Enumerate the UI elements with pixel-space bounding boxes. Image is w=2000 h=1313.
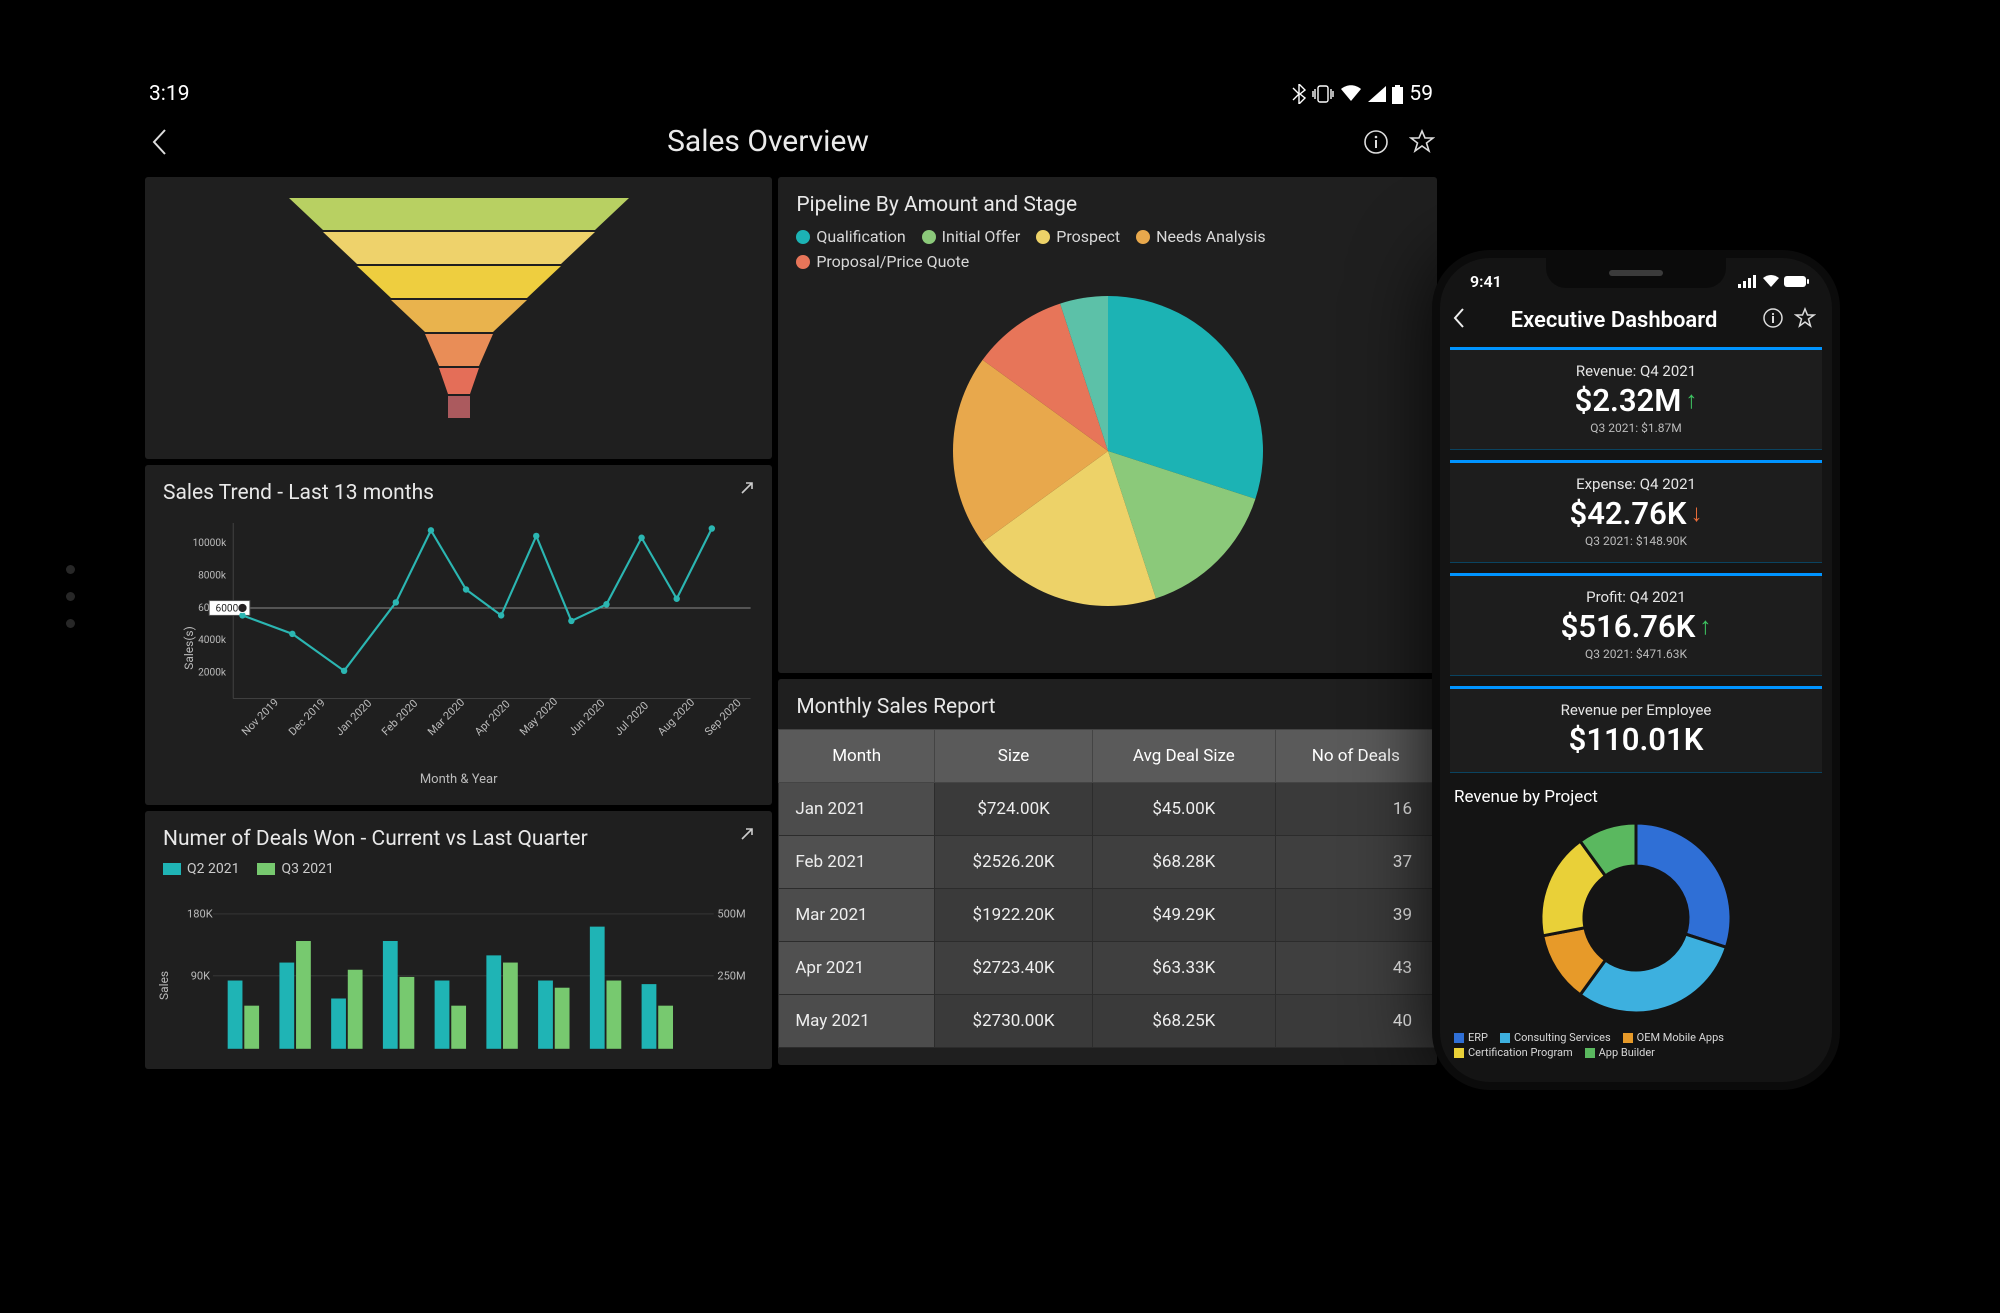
table-header: Avg Deal Size xyxy=(1093,730,1275,783)
kpi-card[interactable]: Profit: Q4 2021 $516.76K↑ Q3 2021: $471.63… xyxy=(1450,573,1822,676)
statusbar-time: 3:19 xyxy=(149,82,190,106)
kpi-list: Revenue: Q4 2021 $2.32M↑ Q3 2021: $1.87M Ex… xyxy=(1440,347,1832,773)
appbar: Sales Overview xyxy=(145,110,1437,177)
sales-trend-title: Sales Trend - Last 13 months xyxy=(163,481,754,505)
revenue-by-project-card[interactable]: Revenue by Project ERPConsulting Service… xyxy=(1440,773,1832,1067)
kpi-value: $516.76K↑ xyxy=(1561,608,1712,645)
favorite-button[interactable] xyxy=(1407,127,1437,157)
bluetooth-icon xyxy=(1292,84,1306,104)
kpi-card[interactable]: Expense: Q4 2021 $42.76K↓ Q3 2021: $148.90… xyxy=(1450,460,1822,563)
table-header: Month xyxy=(779,730,935,783)
svg-text:2000k: 2000k xyxy=(198,667,227,678)
back-button[interactable] xyxy=(145,127,175,157)
favorite-button[interactable] xyxy=(1794,307,1816,333)
kpi-card[interactable]: Revenue: Q4 2021 $2.32M↑ Q3 2021: $1.87M xyxy=(1450,347,1822,450)
svg-text:250M: 250M xyxy=(717,970,745,983)
info-button[interactable] xyxy=(1762,307,1784,333)
kpi-label: Revenue per Employee xyxy=(1462,701,1810,719)
trend-x-label: Month & Year xyxy=(163,772,754,787)
expand-icon[interactable] xyxy=(738,479,756,497)
statusbar-indicators: 59 xyxy=(1292,82,1433,106)
sales-trend-card[interactable]: Sales Trend - Last 13 months Sales(s) 20… xyxy=(145,465,772,805)
svg-text:500M: 500M xyxy=(717,908,745,921)
statusbar-battery-level: 59 xyxy=(1409,82,1433,106)
info-button[interactable] xyxy=(1361,127,1391,157)
table-row[interactable]: May 2021$2730.00K$68.25K40 xyxy=(779,995,1437,1048)
deals-y-label: Sales xyxy=(157,971,171,1000)
kpi-sublabel: Q3 2021: $1.87M xyxy=(1462,421,1810,435)
back-button[interactable] xyxy=(1452,307,1466,333)
phone-device: 9:41 Executive Dashboard Revenue: Q4 202… xyxy=(1432,250,1840,1090)
page-title: Sales Overview xyxy=(175,124,1361,159)
table-row[interactable]: Mar 2021$1922.20K$49.29K39 xyxy=(779,889,1437,942)
revenue-by-project-title: Revenue by Project xyxy=(1454,787,1818,807)
table-row[interactable]: Jan 2021$724.00K$45.00K16 xyxy=(779,783,1437,836)
pipeline-legend: QualificationInitial OfferProspectNeeds … xyxy=(796,227,1419,271)
phone-title: Executive Dashboard xyxy=(1466,308,1762,333)
monthly-sales-card[interactable]: Monthly Sales Report MonthSizeAvg Deal S… xyxy=(778,679,1437,1065)
deals-card[interactable]: Numer of Deals Won - Current vs Last Qua… xyxy=(145,811,772,1069)
kpi-sublabel: Q3 2021: $148.90K xyxy=(1462,534,1810,548)
kpi-sublabel: Q3 2021: $471.63K xyxy=(1462,647,1810,661)
funnel-chart xyxy=(259,198,659,438)
kpi-value: $2.32M↑ xyxy=(1575,382,1698,419)
table-row[interactable]: Feb 2021$2526.20K$68.28K37 xyxy=(779,836,1437,889)
vibrate-icon xyxy=(1312,85,1334,103)
battery-icon xyxy=(1392,85,1403,104)
wifi-icon xyxy=(1762,275,1780,288)
deals-title: Numer of Deals Won - Current vs Last Qua… xyxy=(163,827,754,851)
wifi-icon xyxy=(1340,85,1362,103)
deals-chart: 180K 90K 500M 250M xyxy=(163,887,754,1072)
revenue-donut xyxy=(1531,813,1741,1023)
svg-text:4000k: 4000k xyxy=(198,635,227,646)
pipeline-pie xyxy=(938,281,1278,621)
svg-text:8000k: 8000k xyxy=(198,570,227,581)
table-header: No of Deals xyxy=(1275,730,1436,783)
phone-time: 9:41 xyxy=(1470,272,1502,291)
battery-icon xyxy=(1784,275,1810,288)
svg-text:90K: 90K xyxy=(191,970,210,983)
revenue-project-legend: ERPConsulting ServicesOEM Mobile AppsCer… xyxy=(1454,1031,1818,1059)
deals-legend: Q2 2021 Q3 2021 xyxy=(163,861,754,877)
funnel-chart-card[interactable] xyxy=(145,177,772,459)
signal-icon xyxy=(1368,86,1386,102)
carousel-dots xyxy=(66,565,75,628)
kpi-value: $110.01K xyxy=(1569,721,1704,758)
kpi-label: Revenue: Q4 2021 xyxy=(1462,362,1810,380)
svg-text:10000k: 10000k xyxy=(193,538,228,549)
table-header: Size xyxy=(935,730,1093,783)
kpi-value: $42.76K↓ xyxy=(1569,495,1702,532)
tablet-statusbar: 3:19 59 xyxy=(145,82,1437,110)
kpi-card[interactable]: Revenue per Employee $110.01K xyxy=(1450,686,1822,773)
pipeline-card[interactable]: Pipeline By Amount and Stage Qualificati… xyxy=(778,177,1437,673)
signal-icon xyxy=(1738,275,1758,288)
monthly-sales-title: Monthly Sales Report xyxy=(778,695,1437,719)
tablet-device: 3:19 59 Sales Overview xyxy=(113,56,1469,1098)
kpi-label: Profit: Q4 2021 xyxy=(1462,588,1810,606)
phone-notch xyxy=(1546,258,1726,288)
phone-appbar: Executive Dashboard xyxy=(1440,297,1832,347)
pipeline-title: Pipeline By Amount and Stage xyxy=(796,193,1419,217)
kpi-label: Expense: Q4 2021 xyxy=(1462,475,1810,493)
svg-text:180K: 180K xyxy=(187,908,213,921)
sales-trend-chart: 2000k 4000k 6000k 8000k 10000k 6000k xyxy=(163,515,754,725)
monthly-sales-table: MonthSizeAvg Deal SizeNo of Deals Jan 20… xyxy=(778,729,1437,1048)
trend-x-labels: Nov 2019Dec 2019Jan 2020Feb 2020Mar 2020… xyxy=(239,729,748,742)
table-row[interactable]: Apr 2021$2723.40K$63.33K43 xyxy=(779,942,1437,995)
trend-y-label: Sales(s) xyxy=(182,626,196,670)
expand-icon[interactable] xyxy=(738,825,756,843)
